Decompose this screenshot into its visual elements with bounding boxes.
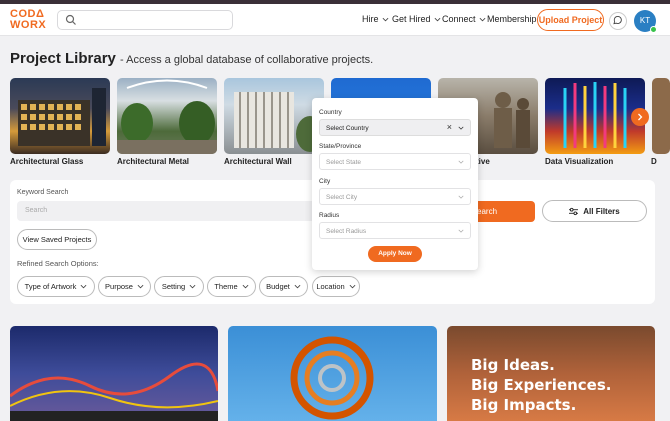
chat-button[interactable] [609,12,627,30]
ride-image [10,362,218,421]
chevron-down-icon [458,195,464,199]
user-avatar[interactable]: KT [634,10,657,33]
chevron-down-icon [434,17,440,21]
logo-line-2: WORX [10,19,47,31]
chevron-down-icon [294,284,301,289]
filter-purpose[interactable]: Purpose [98,276,151,297]
filter-label: Purpose [105,282,133,291]
all-filters-button[interactable]: All Filters [542,200,647,222]
nav-membership[interactable]: Membership [487,14,537,24]
keyword-search-input[interactable]: Search [17,201,317,221]
trees-image [117,79,217,154]
clear-icon[interactable]: × [447,122,452,132]
keyword-search-label: Keyword Search [17,189,69,196]
navbar: CODΔ WORX Hire Get Hired Connect Members… [0,4,670,36]
filter-location[interactable]: Location [312,276,360,297]
page-title-text: Project Library [10,50,116,67]
global-search-input[interactable] [57,10,233,30]
filter-type-of-artwork[interactable]: Type of Artwork [17,276,95,297]
light-installation-image [563,82,627,148]
state-select-value: Select State [326,159,362,166]
category-label-architectural-glass: Architectural Glass [10,157,84,166]
nav-connect[interactable]: Connect [442,14,486,24]
radius-select-value: Select Radius [326,228,367,235]
promo-line-3: Big Impacts. [471,396,577,414]
city-select[interactable]: Select City [319,188,471,205]
chevron-down-icon [382,17,388,21]
chevron-down-icon [458,229,464,233]
category-label-5: tive [476,157,490,166]
chat-icon [613,15,622,25]
refined-search-label: Refined Search Options: [17,259,99,268]
filter-budget[interactable]: Budget [259,276,308,297]
project-card-2[interactable] [228,326,437,421]
chevron-down-icon [137,284,144,289]
sliders-icon [569,207,579,215]
all-filters-label: All Filters [583,206,620,216]
chevron-down-icon [349,284,356,289]
nav-get-hired[interactable]: Get Hired [392,14,441,24]
state-label: State/Province [319,143,362,150]
promo-line-1: Big Ideas. [471,356,555,374]
category-label-7: D [651,157,657,166]
country-select[interactable]: Select Country × [319,119,471,136]
category-label-architectural-metal: Architectural Metal [117,157,190,166]
radius-label: Radius [319,212,340,219]
category-card-data-visualization[interactable] [545,78,645,154]
chevron-down-icon [458,126,464,130]
location-dropdown: Country Select Country × State/Province … [312,98,478,270]
view-saved-projects-button[interactable]: View Saved Projects [17,229,97,250]
nav-connect-label: Connect [442,14,476,24]
nav-hire[interactable]: Hire [362,14,389,24]
filter-label: Budget [266,282,290,291]
category-card-7[interactable] [652,78,670,154]
page-subtitle: - Access a global database of collaborat… [120,54,374,66]
building-image [18,88,106,146]
city-select-value: Select City [326,194,358,201]
country-label: Country [319,109,342,116]
category-card-architectural-wall[interactable] [224,78,324,154]
state-select[interactable]: Select State [319,153,471,170]
apply-now-button[interactable]: Apply Now [368,246,422,262]
category-card-architectural-glass[interactable] [10,78,110,154]
codaworx-logo[interactable]: CODΔ WORX [10,9,52,33]
upload-project-button[interactable]: Upload Project [537,9,604,31]
filter-setting[interactable]: Setting [154,276,204,297]
category-label-data-visualization: Data Visualization [545,157,614,166]
sculpture-image [290,336,374,420]
category-label-architectural-wall: Architectural Wall [224,157,292,166]
search-button[interactable]: earch [470,201,535,222]
chevron-down-icon [189,284,196,289]
country-select-value: Select Country [326,125,369,132]
project-card-1[interactable] [10,326,218,421]
avatar-initials: KT [639,16,651,25]
chevron-down-icon [458,160,464,164]
search-icon [65,14,76,25]
nav-membership-label: Membership [487,14,537,24]
nav-get-hired-label: Get Hired [392,14,431,24]
chevron-right-icon [638,113,643,121]
promo-card[interactable]: Big Ideas. Big Experiences. Big Impacts. [447,326,655,421]
radius-select[interactable]: Select Radius [319,222,471,239]
filter-label: Theme [214,282,238,291]
promo-line-2: Big Experiences. [471,376,612,394]
category-card-architectural-metal[interactable] [117,78,217,154]
page-title: Project Library - Access a global databa… [10,50,373,67]
filter-label: Location [316,282,345,291]
chevron-down-icon [242,284,249,289]
building-image [234,92,324,152]
filter-label: Setting [161,282,186,291]
chevron-down-icon [479,17,485,21]
chevron-down-icon [80,284,87,289]
filter-theme[interactable]: Theme [207,276,256,297]
nav-hire-label: Hire [362,14,379,24]
online-status-dot [650,26,657,33]
carousel-next-button[interactable] [631,108,649,126]
city-label: City [319,178,331,185]
filter-label: Type of Artwork [24,282,77,291]
